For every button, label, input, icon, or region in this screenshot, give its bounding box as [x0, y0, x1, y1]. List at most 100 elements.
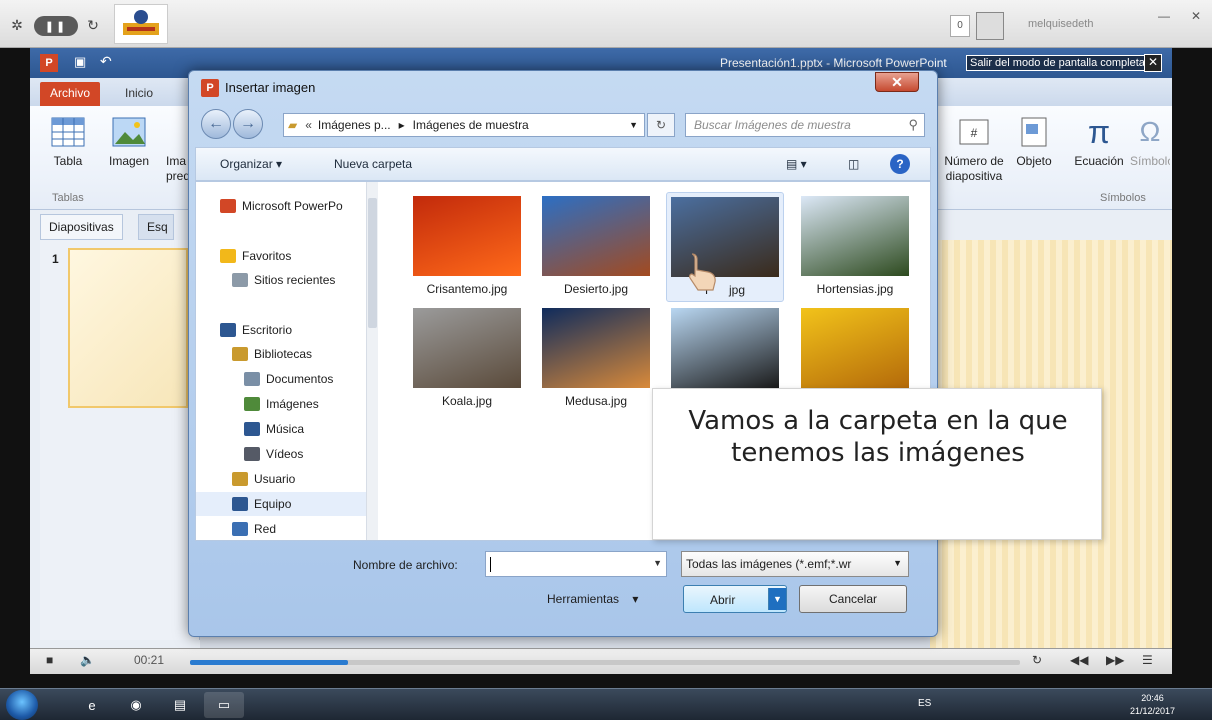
refresh-button[interactable]: ↻: [647, 113, 675, 137]
cancel-button[interactable]: Cancelar: [799, 585, 907, 613]
organize-menu[interactable]: Organizar ▾: [220, 157, 282, 171]
slide-thumbnail[interactable]: [68, 248, 188, 408]
nav-item-favoritos[interactable]: Favoritos: [196, 244, 366, 268]
reload-icon[interactable]: ↻: [84, 14, 102, 36]
chrome-icon[interactable]: ◉: [116, 692, 156, 718]
forward-button[interactable]: →: [233, 109, 263, 139]
internet-explorer-icon[interactable]: e: [72, 692, 112, 718]
network-icon: [232, 522, 248, 536]
open-dropdown-icon[interactable]: ▼: [768, 588, 786, 610]
insert-clipart-button[interactable]: Ima pred: [166, 116, 188, 184]
file-thumbnail[interactable]: Koala.jpg: [408, 304, 526, 414]
save-icon[interactable]: ▣: [74, 54, 92, 72]
playlist-icon[interactable]: ☰: [1142, 653, 1153, 667]
group-label-simbolos: Símbolos: [1100, 192, 1146, 204]
file-image-preview: [542, 196, 650, 276]
tools-menu[interactable]: Herramientas ▾: [547, 592, 638, 606]
volume-icon[interactable]: 🔈: [80, 653, 95, 667]
organize-label: Organizar: [220, 157, 273, 171]
tab-archivo[interactable]: Archivo: [40, 82, 101, 106]
filename-dropdown-icon[interactable]: ▼: [653, 558, 662, 568]
search-input[interactable]: Buscar Imágenes de muestra ⚲: [685, 113, 925, 137]
clock-time: 20:46: [1141, 693, 1164, 703]
hand-cursor-icon: [686, 252, 720, 292]
powerpoint-taskbar-icon[interactable]: ▭: [204, 692, 244, 718]
nav-item-imágenes[interactable]: Imágenes: [196, 392, 366, 416]
undo-icon[interactable]: ↶: [100, 53, 118, 71]
nav-item-sitios-recientes[interactable]: Sitios recientes: [196, 268, 366, 292]
search-icon[interactable]: ⚲: [908, 117, 918, 133]
loop-icon[interactable]: ↻: [1032, 653, 1042, 667]
tools-label: Herramientas: [547, 592, 620, 606]
file-thumbnail[interactable]: Medusa.jpg: [537, 304, 655, 414]
file-thumbnail[interactable]: Hortensias.jpg: [796, 192, 914, 302]
clipart-icon: [166, 116, 188, 148]
nav-scrollbar[interactable]: [366, 182, 378, 540]
user-avatar[interactable]: [976, 12, 1004, 40]
caption-text: Vamos a la carpeta en la que tenemos las…: [653, 405, 1103, 469]
insert-equation-button[interactable]: π Ecuación: [1070, 116, 1128, 168]
address-bar[interactable]: ▰ « Imágenes p... ▸ Imágenes de muestra …: [283, 113, 645, 137]
settings-gear-icon[interactable]: ✲: [8, 14, 26, 36]
caption-line-1: Vamos a la carpeta en la que: [688, 406, 1068, 436]
documents-icon: [244, 372, 260, 386]
help-icon[interactable]: ?: [890, 154, 910, 174]
insert-symbol-button[interactable]: Ω Símbolo: [1130, 116, 1170, 168]
username-label[interactable]: melquisedeth: [1028, 18, 1093, 30]
nav-item-usuario[interactable]: Usuario: [196, 467, 366, 491]
breadcrumb-item[interactable]: Imágenes p...: [318, 118, 391, 132]
exit-fullscreen-close-icon[interactable]: ✕: [1144, 54, 1162, 72]
close-icon[interactable]: ✕: [1182, 6, 1210, 26]
file-explorer-icon[interactable]: ▤: [160, 692, 200, 718]
nav-item-red[interactable]: Red: [196, 517, 366, 541]
libraries-icon: [232, 347, 248, 361]
insert-picture-button[interactable]: Imagen: [104, 116, 154, 168]
tab-diapositivas[interactable]: Diapositivas: [40, 214, 123, 240]
tab-inicio[interactable]: Inicio: [115, 82, 163, 106]
open-button[interactable]: Abrir ▼: [683, 585, 787, 613]
stop-icon[interactable]: ■: [46, 653, 53, 667]
insert-table-button[interactable]: Tabla: [44, 116, 92, 168]
powerpoint-app-icon: P: [40, 54, 58, 72]
player-toggle-button[interactable]: ❚❚: [34, 16, 78, 36]
start-button[interactable]: [6, 690, 38, 720]
notification-counter[interactable]: 0: [950, 15, 970, 37]
nav-item-equipo[interactable]: Equipo: [196, 492, 366, 516]
file-thumbnail[interactable]: Crisantemo.jpg: [408, 192, 526, 302]
system-clock[interactable]: 20:46 21/12/2017: [1130, 692, 1175, 718]
table-icon: [50, 116, 86, 148]
file-name: Desierto.jpg: [563, 282, 629, 296]
new-folder-button[interactable]: Nueva carpeta: [334, 157, 412, 171]
file-image-preview: [542, 308, 650, 388]
filename-input[interactable]: ▼: [485, 551, 667, 577]
nav-item-label: Bibliotecas: [254, 347, 313, 361]
exit-fullscreen-link[interactable]: Salir del modo de pantalla completa: [966, 55, 1149, 71]
file-thumbnail[interactable]: F jpg: [666, 192, 784, 302]
symbol-icon: Ω: [1139, 116, 1161, 147]
preview-pane-icon[interactable]: ◫: [848, 157, 859, 171]
dialog-close-button[interactable]: ✕: [875, 72, 919, 92]
slide-number-icon: #: [956, 116, 992, 148]
change-view-icon[interactable]: ▤ ▾: [786, 157, 807, 171]
insert-slide-number-button[interactable]: # Número de diapositiva: [936, 116, 1012, 184]
language-indicator[interactable]: ES: [918, 698, 931, 709]
progress-bar[interactable]: [190, 660, 1020, 665]
nav-item-microsoft-powerpo[interactable]: Microsoft PowerPo: [196, 194, 366, 218]
rewind-icon[interactable]: ◀◀: [1070, 653, 1088, 667]
nav-item-música[interactable]: Música: [196, 417, 366, 441]
minimize-icon[interactable]: —: [1150, 6, 1178, 26]
breadcrumb-item-current[interactable]: Imágenes de muestra: [413, 118, 529, 132]
file-thumbnail[interactable]: Desierto.jpg: [537, 192, 655, 302]
nav-scrollbar-thumb[interactable]: [368, 198, 377, 328]
nav-item-label: Escritorio: [242, 323, 293, 337]
file-type-filter[interactable]: Todas las imágenes (*.emf;*.wr ▼: [681, 551, 909, 577]
fast-forward-icon[interactable]: ▶▶: [1106, 653, 1124, 667]
tab-esquema[interactable]: Esq: [138, 214, 174, 240]
insert-object-button[interactable]: Objeto: [1010, 116, 1058, 168]
nav-item-bibliotecas[interactable]: Bibliotecas: [196, 342, 366, 366]
back-button[interactable]: ←: [201, 109, 231, 139]
nav-item-escritorio[interactable]: Escritorio: [196, 318, 366, 342]
nav-item-documentos[interactable]: Documentos: [196, 367, 366, 391]
nav-item-vídeos[interactable]: Vídeos: [196, 442, 366, 466]
address-dropdown-icon[interactable]: ▼: [629, 120, 638, 130]
